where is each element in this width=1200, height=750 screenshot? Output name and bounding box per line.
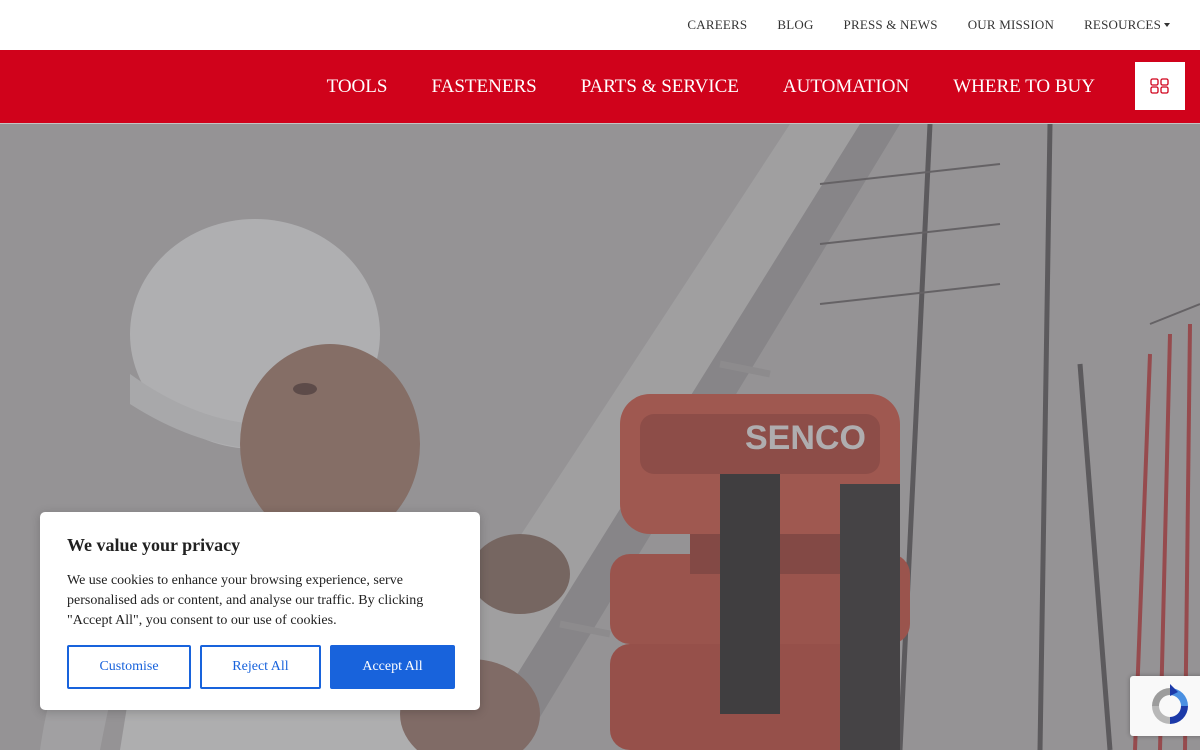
cookie-button-row: Customise Reject All Accept All [67,645,455,689]
nav-item-where-to-buy[interactable]: WHERE TO BUY [953,76,1095,98]
accept-all-button[interactable]: Accept All [330,645,455,689]
resources-label: RESOURCES [1084,17,1161,32]
caret-down-icon [1164,23,1170,27]
nav-item-automation[interactable]: AUTOMATION [783,76,909,98]
menu-grid-button[interactable] [1135,62,1185,110]
cookie-consent-banner: We value your privacy We use cookies to … [40,512,480,710]
nav-item-parts-service[interactable]: PARTS & SERVICE [581,76,739,98]
resources-dropdown[interactable]: RESOURCES [1084,17,1170,33]
utility-nav: CAREERS BLOG PRESS & NEWS OUR MISSION RE… [687,0,1170,50]
reject-all-button[interactable]: Reject All [200,645,321,689]
nav-item-tools[interactable]: TOOLS [327,76,388,98]
grid-icon [1150,78,1169,94]
main-navigation: TOOLS FASTENERS PARTS & SERVICE AUTOMATI… [0,50,1200,124]
customise-button[interactable]: Customise [67,645,191,689]
recaptcha-icon [1152,684,1188,724]
cookie-title: We value your privacy [67,535,241,555]
blog-link[interactable]: BLOG [777,17,813,33]
primary-nav: TOOLS FASTENERS PARTS & SERVICE AUTOMATI… [327,50,1095,124]
careers-link[interactable]: CAREERS [687,17,747,33]
our-mission-link[interactable]: OUR MISSION [968,17,1054,33]
nav-item-fasteners[interactable]: FASTENERS [431,76,536,98]
top-utility-bar: CAREERS BLOG PRESS & NEWS OUR MISSION RE… [0,0,1200,50]
cookie-description: We use cookies to enhance your browsing … [67,573,424,628]
press-news-link[interactable]: PRESS & NEWS [844,17,938,33]
recaptcha-badge[interactable] [1130,676,1200,736]
